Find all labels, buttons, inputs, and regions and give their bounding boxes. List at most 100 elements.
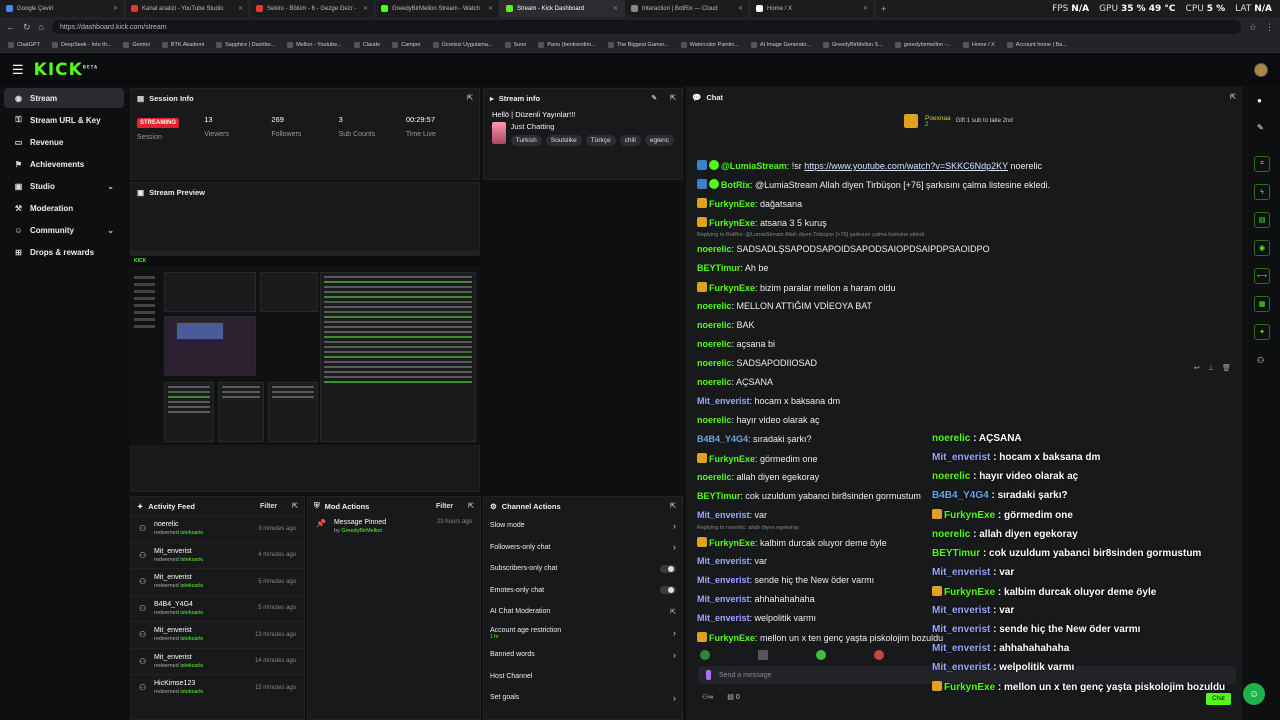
chat-username[interactable]: Mit_enverist	[697, 556, 750, 566]
chat-username[interactable]: BEYTimur	[697, 491, 740, 501]
chat-username[interactable]: FurkynExe	[709, 283, 755, 293]
chat-message[interactable]: FurkynExe: görmedim one	[697, 453, 818, 464]
support-chat-icon[interactable]: ☺	[1243, 683, 1265, 705]
layout-icon[interactable]: ⌗	[1254, 156, 1270, 172]
chat-username[interactable]: Mit_enverist	[697, 575, 750, 585]
points-icon[interactable]: ▤ 0	[727, 693, 739, 701]
filter-button[interactable]: Filter	[260, 503, 277, 510]
sidebar-item-revenue[interactable]: ▭ Revenue	[4, 132, 124, 152]
channel-action-account-age-restriction[interactable]: Account age restriction 1 hr ›	[484, 623, 682, 645]
chat-username[interactable]: noerelic	[697, 244, 732, 254]
chat-username[interactable]: Mit_enverist	[697, 613, 750, 623]
tag-chip[interactable]: Türkçe	[585, 135, 616, 146]
channel-action-subscribers-only-chat[interactable]: Subscribers-only chat	[484, 558, 682, 580]
bookmark-item[interactable]: ChatGPT	[8, 41, 40, 48]
sidebar-item-studio[interactable]: ▣ Studio ⌄	[4, 176, 124, 196]
chat-username[interactable]: noerelic	[697, 377, 732, 387]
bolt-icon[interactable]: ϟ	[1254, 184, 1270, 200]
chat-username[interactable]: @LumiaStream	[721, 161, 787, 171]
popout-icon[interactable]: ⇱	[468, 502, 474, 510]
chat-message[interactable]: FurkynExe: kalbim durcak oluyor deme öyl…	[697, 537, 887, 548]
chat-message[interactable]: noerelic: allah diyen egekoray	[697, 472, 819, 482]
sidebar-item-community[interactable]: ☺ Community ⌄	[4, 220, 124, 240]
popout-icon[interactable]: ⇱	[1230, 93, 1236, 101]
channel-action-emotes-only-chat[interactable]: Emotes-only chat	[484, 580, 682, 602]
chat-message[interactable]: noerelic: BAK	[697, 320, 755, 330]
chat-username[interactable]: noerelic	[697, 415, 732, 425]
chat-message[interactable]: Mit_enverist: sende hiç the New öder var…	[697, 575, 874, 585]
popout-icon[interactable]: ⇱	[467, 94, 473, 102]
close-icon[interactable]: ✕	[488, 5, 493, 12]
popout-icon[interactable]: ⇱	[292, 502, 298, 510]
browser-tab[interactable]: Home / X ✕	[750, 0, 875, 17]
sidebar-item-stream-url-key[interactable]: ⚿ Stream URL & Key	[4, 110, 124, 130]
chat-link[interactable]: https://www.youtube.com/watch?v=SKKC6Ndp…	[804, 161, 1008, 171]
chat-message[interactable]: BEYTimur: Ah be	[697, 263, 768, 273]
chat-username[interactable]: Mit_enverist	[697, 510, 750, 520]
tag-chip[interactable]: eglenc	[644, 135, 674, 146]
chat-message[interactable]: FurkynExe: mellon un x ten genç yaşta pi…	[697, 632, 943, 643]
chat-send-button[interactable]: Chat	[1206, 693, 1231, 705]
tag-chip[interactable]: chill	[619, 135, 641, 146]
emote-icon[interactable]	[758, 650, 768, 660]
chat-message[interactable]: noerelic: MELLON ATTIĞIM VDİEOYA BAT	[697, 301, 872, 311]
chevron-right-icon[interactable]: ›	[673, 650, 676, 660]
chat-message[interactable]: BotRix: @LumiaStream Allah diyen Tirbüşo…	[697, 179, 1050, 190]
pin-icon[interactable]: ⊥	[1208, 364, 1214, 372]
chat-username[interactable]: FurkynExe	[709, 199, 755, 209]
close-icon[interactable]: ✕	[363, 5, 368, 12]
extensions-icon[interactable]: ⋮	[1265, 22, 1274, 33]
chevron-right-icon[interactable]: ›	[673, 693, 676, 703]
close-icon[interactable]: ✕	[113, 5, 118, 12]
sidebar-item-stream[interactable]: ◉ Stream	[4, 88, 124, 108]
chat-message[interactable]: FurkynExe: dağatsana	[697, 198, 802, 209]
bookmark-item[interactable]: Gemini	[123, 41, 150, 48]
bookmark-item[interactable]: DeepSeek - Into th...	[51, 41, 111, 48]
bookmark-item[interactable]: Account home | Ba...	[1006, 41, 1067, 48]
doc-icon[interactable]: ▤	[1254, 212, 1270, 228]
chevron-down-icon[interactable]: ⌄	[107, 226, 114, 235]
info-icon[interactable]: ●	[1257, 96, 1262, 105]
channel-action-banned-words[interactable]: Banned words ›	[484, 644, 682, 666]
channel-action-followers-only-chat[interactable]: Followers-only chat ›	[484, 537, 682, 559]
back-icon[interactable]: ←	[6, 22, 15, 32]
filter-button[interactable]: Filter	[436, 503, 453, 510]
chat-message[interactable]: noerelic: SADSADLŞSAPODSAPOIDSAPODSAIOPD…	[697, 244, 990, 254]
tag-chip[interactable]: Soulslike	[545, 135, 582, 146]
chat-username[interactable]: noerelic	[697, 320, 732, 330]
gift-hint[interactable]: Gift 1 sub to take 2nd	[956, 118, 1013, 124]
activity-user[interactable]: B4B4_Y4G4	[154, 601, 204, 608]
star-icon[interactable]: ☆	[1249, 22, 1257, 33]
chat-username[interactable]: FurkynExe	[709, 538, 755, 548]
activity-user[interactable]: Mit_enverist	[154, 654, 204, 661]
activity-user[interactable]: HicKimse123	[154, 680, 204, 687]
chat-bubble-icon[interactable]: ◉	[1254, 240, 1270, 256]
chat-username[interactable]: noerelic	[697, 339, 732, 349]
browser-tab[interactable]: Sekiro - Bölüm - 6 - Gezge Gezr - ✕	[250, 0, 375, 17]
bookmark-item[interactable]: GreedyBirMellon S...	[823, 41, 883, 48]
bookmark-item[interactable]: Home / X	[962, 41, 995, 48]
chat-message[interactable]: noerelic: açsana bi	[697, 339, 775, 349]
wrench-icon[interactable]: ✦	[1254, 324, 1270, 340]
sidebar-item-achievements[interactable]: ⚑ Achievements	[4, 154, 124, 174]
popout-icon[interactable]: ⇱	[670, 502, 676, 510]
url-input[interactable]: https://dashboard.kick.com/stream	[51, 20, 1241, 34]
bookmark-item[interactable]: Watercolor Paintin...	[680, 41, 739, 48]
chat-username[interactable]: noerelic	[697, 472, 732, 482]
chat-message[interactable]: Mit_enverist: welpolitik varmı	[697, 613, 816, 623]
emote-icon[interactable]	[700, 650, 710, 660]
channel-action-ai-chat-moderation[interactable]: AI Chat Moderation ⇱	[484, 601, 682, 623]
emote-icon[interactable]	[816, 650, 826, 660]
browser-tab[interactable]: Interaction | BotRix — Cloud ✕	[625, 0, 750, 17]
chat-username[interactable]: B4B4_Y4G4	[697, 434, 748, 444]
bookmark-item[interactable]: The Biggest Gamer...	[607, 41, 669, 48]
chat-message[interactable]: FurkynExe: atsana 3 5 kuruş	[697, 217, 827, 228]
new-tab-icon[interactable]: +	[875, 4, 892, 14]
kick-logo[interactable]: KICKBETA	[34, 60, 98, 80]
chat-username[interactable]: noerelic	[697, 358, 732, 368]
chat-username[interactable]: Mit_enverist	[697, 396, 750, 406]
bookmark-item[interactable]: BTK Akademi	[161, 41, 204, 48]
store-icon[interactable]: ▦	[1254, 296, 1270, 312]
chat-message[interactable]: FurkynExe: bizim paralar mellon a haram …	[697, 282, 896, 293]
chat-username[interactable]: noerelic	[697, 301, 732, 311]
